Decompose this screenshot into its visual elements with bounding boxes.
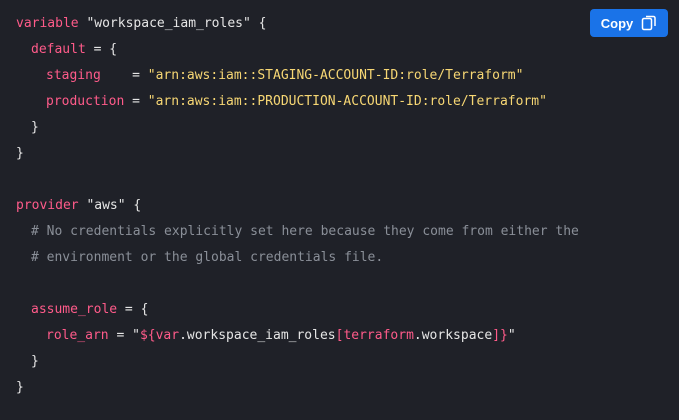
- interp-var: var: [155, 328, 180, 343]
- code-line-8: provider "aws" {: [0, 193, 679, 219]
- assign-brace: = {: [117, 302, 149, 317]
- close-brace: }: [31, 354, 39, 369]
- open-brace: {: [125, 198, 142, 213]
- interp-open: ${: [139, 328, 156, 343]
- provider-name: "aws": [86, 198, 126, 213]
- close-brace: }: [16, 380, 24, 395]
- keyword-variable: variable: [16, 16, 79, 31]
- interp-close: }: [500, 328, 508, 343]
- close-brace: }: [16, 146, 24, 161]
- code-line-13: role_arn = "${var.workspace_iam_roles[te…: [0, 323, 679, 349]
- code-line-9: # No credentials explicitly set here bec…: [0, 219, 679, 245]
- copy-label: Copy: [600, 15, 634, 31]
- code-line-2: default = {: [0, 37, 679, 63]
- code-line-14: }: [0, 349, 679, 375]
- equals: =: [108, 328, 133, 343]
- copy-icon: [642, 15, 656, 31]
- code-line-3: staging = "arn:aws:iam::STAGING-ACCOUNT-…: [0, 63, 679, 89]
- code-line-1: variable "workspace_iam_roles" {: [0, 11, 679, 37]
- code-line-10: # environment or the global credentials …: [0, 245, 679, 271]
- keyword-provider: provider: [16, 198, 79, 213]
- key-assume-role: assume_role: [31, 302, 118, 317]
- code-line-12: assume_role = {: [0, 297, 679, 323]
- comment-line: # environment or the global credentials …: [31, 250, 384, 265]
- interp-workspace: .workspace: [413, 328, 493, 343]
- code-line-6: }: [0, 141, 679, 167]
- code-line-7-blank: [0, 167, 679, 193]
- code-line-15: }: [0, 375, 679, 401]
- comment-line: # No credentials explicitly set here bec…: [31, 224, 579, 239]
- variable-name: "workspace_iam_roles": [86, 16, 251, 31]
- equals: =: [124, 94, 148, 109]
- production-arn-string: "arn:aws:iam::PRODUCTION-ACCOUNT-ID:role…: [147, 94, 547, 109]
- code-line-11-blank: [0, 271, 679, 297]
- quote-open: ": [132, 328, 140, 343]
- open-brace: {: [250, 16, 267, 31]
- copy-button[interactable]: Copy: [590, 9, 668, 37]
- key-staging: staging: [46, 68, 101, 83]
- key-role-arn: role_arn: [46, 328, 109, 343]
- staging-arn-string: "arn:aws:iam::STAGING-ACCOUNT-ID:role/Te…: [147, 68, 524, 83]
- interp-attr: .workspace_iam_roles: [179, 328, 336, 343]
- code-line-4: production = "arn:aws:iam::PRODUCTION-AC…: [0, 89, 679, 115]
- key-default: default: [31, 42, 86, 57]
- assign-brace: = {: [85, 42, 118, 57]
- code-line-5: }: [0, 115, 679, 141]
- interp-terraform: terraform: [343, 328, 414, 343]
- code-block: Copy variable "workspace_iam_roles" { de…: [0, 0, 679, 420]
- equals: =: [100, 68, 148, 83]
- key-production: production: [46, 94, 125, 109]
- bracket-close: ]: [492, 328, 501, 343]
- close-brace: }: [31, 120, 39, 135]
- quote-close: ": [507, 328, 516, 343]
